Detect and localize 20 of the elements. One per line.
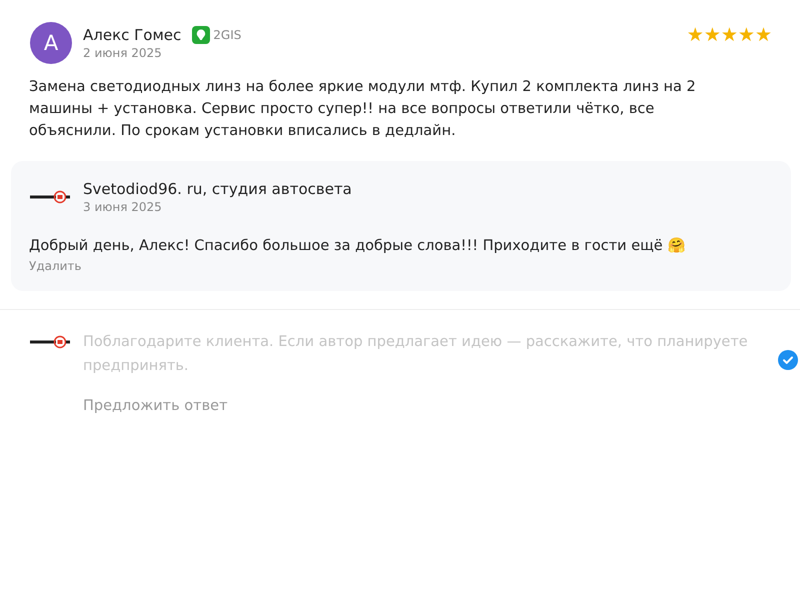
star-icon: ★ — [704, 24, 721, 46]
author-name: Алекс Гомес — [83, 25, 182, 45]
source-label: 2GIS — [213, 28, 242, 42]
check-icon — [778, 350, 798, 370]
company-logo-icon — [30, 190, 70, 204]
star-icon: ★ — [754, 24, 772, 46]
reply-field[interactable]: Поблагодарите клиента. Если автор предлагает идею — расскажите, что планируете предпринять. — [83, 330, 774, 382]
reply-author: Svetodiod96. ru, студия автосвета — [83, 179, 352, 199]
star-icon: ★ — [720, 24, 738, 46]
delete-link[interactable]: Удалить — [29, 259, 82, 273]
reply-text: Добрый день, Алекс! Спасибо большое за добрые слова!!! Приходите в гости ещё 🤗 — [29, 236, 686, 256]
avatar: А — [30, 22, 72, 64]
review-date: 2 июня 2025 — [83, 45, 163, 61]
star-icon: ★ — [738, 24, 755, 46]
company-logo-icon — [30, 335, 70, 349]
suggest-reply-button[interactable]: Предложить ответ — [83, 398, 228, 414]
map-pin-icon — [192, 26, 210, 44]
review-text: Замена светодиодных линз на более яркие модули мтф. Купил 2 комплекта линз на 2 машины + установка. Сервис просто супер!! на все вопросы ответили чётко, все объяснили. По срокам установки вписались в дедлайн. — [29, 78, 697, 141]
reply-date: 3 июня 2025 — [83, 199, 163, 215]
star-icon: ★ — [686, 24, 704, 46]
